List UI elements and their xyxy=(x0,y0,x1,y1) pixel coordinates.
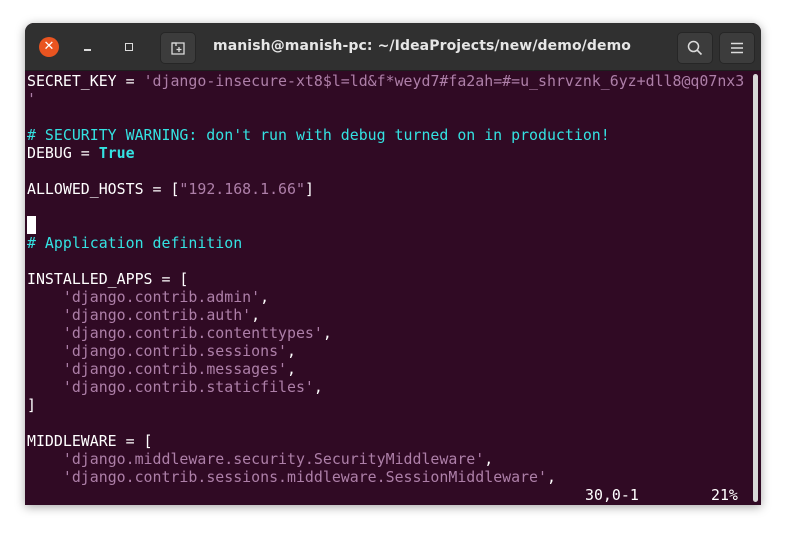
title-bar: ✕ manish@manish-pc: ~/IdeaProjects/new/d… xyxy=(25,23,761,71)
string-literal: 'django.contrib.admin' xyxy=(62,288,261,306)
list-item: 'django.contrib.sessions.middleware.Sess… xyxy=(27,468,556,486)
string-literal: 'django-insecure-xt8$l=ld&f*weyd7#fa2ah=… xyxy=(143,72,745,90)
string-literal: 'django.contrib.sessions' xyxy=(62,342,287,360)
close-button[interactable]: ✕ xyxy=(39,37,59,57)
assign-operator: = xyxy=(71,144,99,162)
terminal-window: ✕ manish@manish-pc: ~/IdeaProjects/new/d… xyxy=(25,23,761,505)
bracket: ] xyxy=(304,180,314,198)
separator: , xyxy=(313,378,323,396)
terminal-text-area[interactable]: SECRET_KEY = 'django-insecure-xt8$l=ld&f… xyxy=(27,72,751,505)
separator: , xyxy=(287,342,296,360)
maximize-button[interactable] xyxy=(122,40,136,54)
separator: , xyxy=(260,288,270,306)
code-line: SECRET_KEY = 'django-insecure-xt8$l=ld&f… xyxy=(27,72,744,90)
code-line: MIDDLEWARE = [ xyxy=(27,432,153,450)
search-icon xyxy=(687,40,703,56)
text-cursor xyxy=(27,216,36,234)
string-literal: 'django.contrib.staticfiles' xyxy=(62,378,314,396)
string-literal: 'django.contrib.contenttypes' xyxy=(62,324,323,342)
new-tab-button[interactable] xyxy=(160,32,196,64)
window-title: manish@manish-pc: ~/IdeaProjects/new/dem… xyxy=(213,38,632,54)
hamburger-menu-icon xyxy=(731,42,743,54)
separator: , xyxy=(287,360,296,378)
variable-name: DEBUG xyxy=(27,144,72,162)
assign-operator: = xyxy=(116,72,144,90)
variable-name: ALLOWED_HOSTS xyxy=(27,180,144,198)
minimize-button[interactable] xyxy=(81,40,95,54)
list-item: 'django.contrib.staticfiles', xyxy=(27,378,323,396)
code-comment: # Application definition xyxy=(27,234,243,252)
separator: , xyxy=(322,324,332,342)
keyword: True xyxy=(98,144,135,162)
menu-button[interactable] xyxy=(719,32,755,64)
code-line: ] xyxy=(27,396,36,414)
list-item: 'django.contrib.auth', xyxy=(27,306,260,324)
string-literal: 'django.contrib.messages' xyxy=(62,360,287,378)
list-item: 'django.contrib.messages', xyxy=(27,360,296,378)
list-item: 'django.middleware.security.SecurityMidd… xyxy=(27,450,493,468)
scrollbar-thumb[interactable] xyxy=(753,74,758,502)
code-line: DEBUG = True xyxy=(27,144,135,162)
search-button[interactable] xyxy=(677,32,713,64)
code-comment: # SECURITY WARNING: don't run with debug… xyxy=(27,126,610,144)
list-item: 'django.contrib.contenttypes', xyxy=(27,324,332,342)
code-line: ALLOWED_HOSTS = ["192.168.1.66"] xyxy=(27,180,314,198)
separator: , xyxy=(251,306,261,324)
string-literal: "192.168.1.66" xyxy=(179,180,305,198)
assign-operator: = xyxy=(143,180,171,198)
close-icon: ✕ xyxy=(43,39,55,54)
code-line: INSTALLED_APPS = [ xyxy=(27,270,189,288)
new-tab-icon xyxy=(171,42,185,55)
string-literal: 'django.contrib.auth' xyxy=(62,306,252,324)
string-literal: 'django.contrib.sessions.middleware.Sess… xyxy=(62,468,547,486)
list-item: 'django.contrib.admin', xyxy=(27,288,269,306)
string-literal: 'django.middleware.security.SecurityMidd… xyxy=(62,450,485,468)
separator: , xyxy=(546,468,556,486)
separator: , xyxy=(484,450,494,468)
cursor-position: 30,0-1 xyxy=(585,486,639,504)
list-item: 'django.contrib.sessions', xyxy=(27,342,296,360)
scrollbar[interactable] xyxy=(752,72,759,505)
variable-name: SECRET_KEY xyxy=(27,72,117,90)
scroll-percent: 21% xyxy=(711,486,738,504)
string-literal: ' xyxy=(27,90,36,108)
code-line: ' xyxy=(27,90,36,108)
